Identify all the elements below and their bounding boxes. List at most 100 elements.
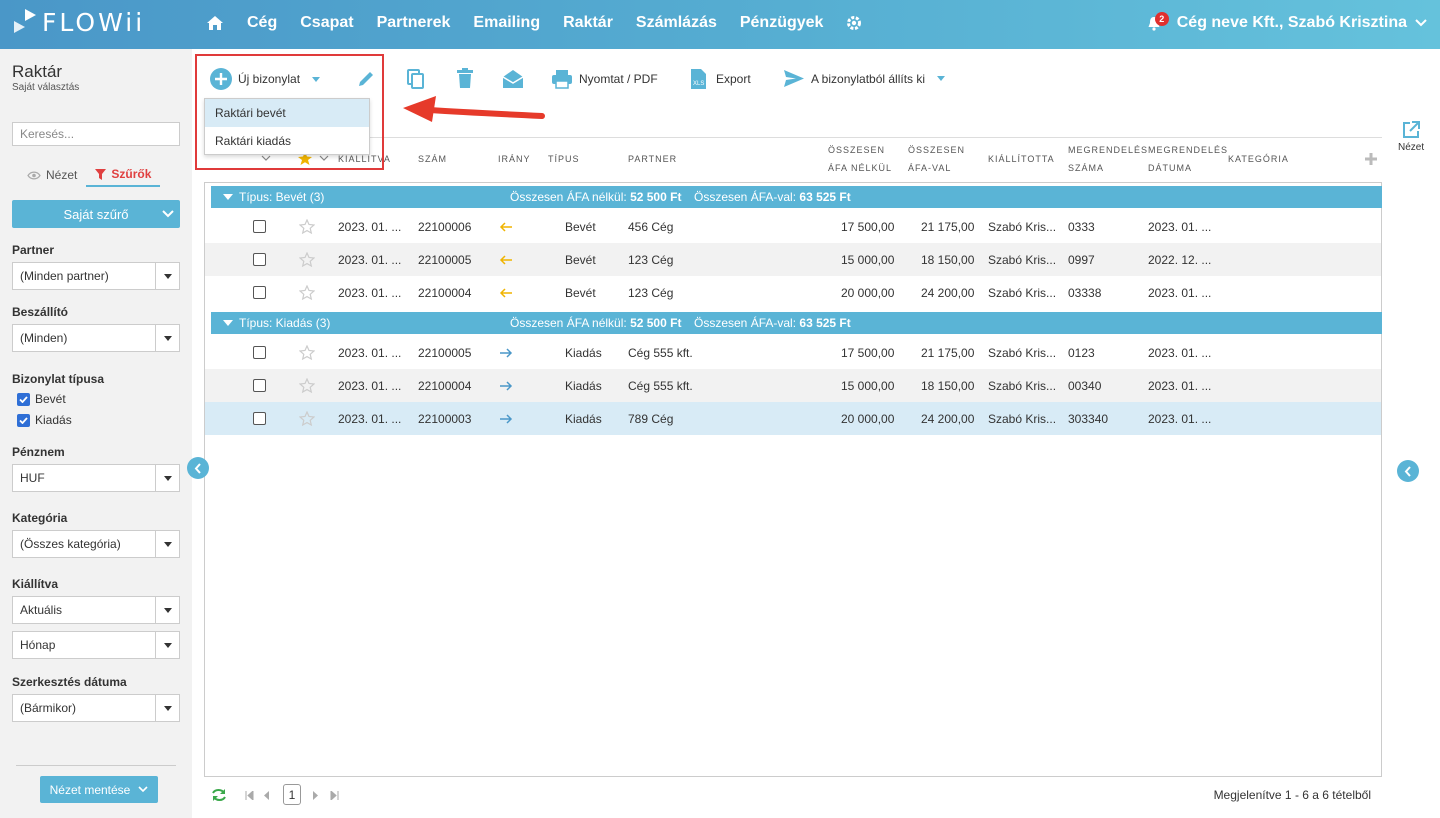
cell-order-no: 0123 [1068,345,1095,360]
cell-order-date: 2022. 12. ... [1148,252,1212,267]
cell-net: 20 000,00 [841,285,895,300]
table-row[interactable]: 2023. 01. ... 22100003 Kiadás 789 Cég 20 000… [205,402,1381,435]
gear-icon[interactable] [846,15,862,31]
row-checkbox[interactable] [253,276,266,309]
col-net-line1: ÖSSZESEN [828,144,886,155]
col-order-date[interactable]: MEGRENDELÉS DÁTUMA [1148,138,1228,179]
chevron-down-icon [138,786,148,793]
col-net[interactable]: ÖSSZESEN ÁFA NÉLKÜL [828,138,892,179]
partner-select[interactable]: (Minden partner) [12,262,180,290]
row-checkbox[interactable] [253,210,266,243]
table-row[interactable]: 2023. 01. ... 22100004 Kiadás Cég 555 kft. 1… [205,369,1381,402]
star-icon[interactable] [299,336,315,369]
bell-icon[interactable]: 2 [1147,11,1169,31]
star-icon[interactable] [299,243,315,276]
edit-button[interactable] [356,69,376,89]
nav-item-raktar[interactable]: Raktár [563,14,613,32]
search-input[interactable] [12,122,180,146]
tab-view[interactable]: Nézet [18,163,86,187]
refresh-icon[interactable] [211,788,227,802]
nav-item-csapat[interactable]: Csapat [300,14,353,32]
sidebar-subtitle: Saját választás [12,82,80,93]
print-pdf-label: Nyomtat / PDF [579,72,658,86]
caret-down-icon [223,194,233,200]
collapse-sidebar-button[interactable] [187,457,209,479]
sidebar-tabs: Nézet Szűrők [18,163,161,187]
doctype-out-checkbox[interactable]: Kiadás [17,413,72,427]
row-checkbox[interactable] [253,243,266,276]
menu-item-stock-in[interactable]: Raktári bevét [205,99,369,127]
issued-select[interactable]: Aktuális [12,596,180,624]
table-row[interactable]: 2023. 01. ... 22100006 Bevét 456 Cég 17 500,… [205,210,1381,243]
group-row[interactable]: Típus: Kiadás (3) Összesen ÁFA nélkül: 52… [211,312,1382,334]
col-direction[interactable]: IRÁNY [498,138,531,179]
doctype-in-checkbox[interactable]: Bevét [17,392,66,406]
edited-select[interactable]: (Bármikor) [12,694,180,722]
own-filter-button[interactable]: Saját szűrő [12,200,180,228]
flowii-logo[interactable]: FLOWii [12,7,145,37]
group-gross-label: Összesen ÁFA-val: [694,316,797,330]
export-button[interactable]: XLS Export [690,68,751,90]
menu-item-stock-out[interactable]: Raktári kiadás [205,127,369,155]
nav-item-ceg[interactable]: Cég [247,14,277,32]
star-icon[interactable] [299,402,315,435]
print-pdf-button[interactable]: Nyomtat / PDF [551,69,658,89]
row-checkbox[interactable] [253,402,266,435]
cell-type: Kiadás [565,378,602,393]
nav-item-emailing[interactable]: Emailing [473,14,540,32]
dropdown-arrow-icon [155,263,179,289]
user-menu[interactable]: 2 Cég neve Kft., Szabó Krisztina [1147,11,1428,32]
group-row[interactable]: Típus: Bevét (3) Összesen ÁFA nélkül: 52 … [211,186,1382,208]
cell-issued: 2023. 01. ... [338,252,402,267]
col-order-no[interactable]: MEGRENDELÉS SZÁMA [1068,138,1148,179]
external-link-icon [1403,121,1421,138]
table-row[interactable]: 2023. 01. ... 22100005 Bevét 123 Cég 15 000,… [205,243,1381,276]
currency-select[interactable]: HUF [12,464,180,492]
arrow-right-icon [499,369,513,402]
star-icon[interactable] [299,369,315,402]
row-checkbox[interactable] [253,369,266,402]
col-net-line2: ÁFA NÉLKÜL [828,162,893,173]
add-column-icon[interactable] [1365,138,1377,179]
current-page[interactable]: 1 [283,784,301,805]
col-type[interactable]: TÍPUS [548,138,580,179]
category-select[interactable]: (Összes kategória) [12,530,180,558]
tab-filters[interactable]: Szűrők [86,163,161,187]
home-icon[interactable] [206,15,224,31]
star-icon[interactable] [299,210,315,243]
group-net-total: Összesen ÁFA nélkül: 52 500 Ft [510,190,681,204]
col-gross[interactable]: ÖSSZESEN ÁFA-VAL [908,138,965,179]
filter-icon [95,168,107,180]
table-row[interactable]: 2023. 01. ... 22100004 Bevét 123 Cég 20 000,… [205,276,1381,309]
nav-item-partnerek[interactable]: Partnerek [377,14,451,32]
cell-gross: 21 175,00 [921,219,975,234]
first-page-icon[interactable] [245,791,254,800]
last-page-icon[interactable] [330,791,339,800]
group-net-label: Összesen ÁFA nélkül: [510,316,627,330]
nav-item-penzugyek[interactable]: Pénzügyek [740,14,824,32]
cell-number: 22100006 [418,219,472,234]
save-view-button[interactable]: Nézet mentése [40,776,158,803]
col-number[interactable]: SZÁM [418,138,447,179]
supplier-select[interactable]: (Minden) [12,324,180,352]
logo-icon [14,9,36,33]
table-row[interactable]: 2023. 01. ... 22100005 Kiadás Cég 555 kft. 1… [205,336,1381,369]
col-partner[interactable]: PARTNER [628,138,677,179]
create-from-button[interactable]: A bizonylatból állíts ki [783,69,946,88]
issued-period-select[interactable]: Hónap [12,631,180,659]
new-document-button[interactable]: Új bizonylat [210,68,321,90]
delete-button[interactable] [456,68,474,89]
col-issuer[interactable]: KIÁLLÍTOTTA [988,138,1055,179]
prev-page-icon[interactable] [263,791,269,800]
next-page-icon[interactable] [313,791,319,800]
expand-panel-button[interactable] [1397,460,1419,482]
row-checkbox[interactable] [253,336,266,369]
view-settings-link[interactable]: Nézet [1398,120,1424,153]
star-icon[interactable] [299,276,315,309]
email-button[interactable] [502,69,524,89]
sidebar-title: Raktár [12,62,63,81]
copy-button[interactable] [406,68,426,90]
chevron-down-icon [1415,19,1427,27]
col-category[interactable]: KATEGÓRIA [1228,138,1289,179]
nav-item-szamlazas[interactable]: Számlázás [636,14,717,32]
